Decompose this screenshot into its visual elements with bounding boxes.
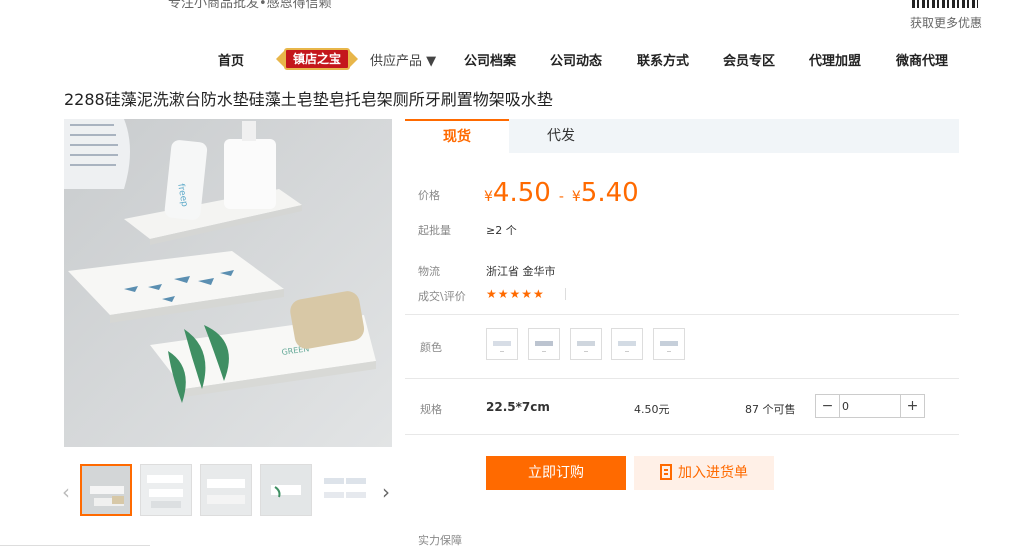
- add-to-purchase-list-button[interactable]: 加入进货单: [634, 456, 774, 490]
- color-swatch[interactable]: [653, 328, 685, 360]
- price-range: ¥4.50- ¥5.40: [484, 178, 639, 208]
- thumbnail[interactable]: [80, 464, 132, 516]
- color-swatch[interactable]: [611, 328, 643, 360]
- thumbnail-image: [201, 465, 251, 515]
- thumbnail[interactable]: [200, 464, 252, 516]
- logistics-value: 浙江省 金华市: [486, 265, 556, 278]
- chevron-right-icon[interactable]: ›: [382, 480, 390, 504]
- logistics-label: 物流: [418, 265, 440, 278]
- nav-company-profile[interactable]: 公司档案: [464, 50, 516, 69]
- tab-dropship[interactable]: 代发: [509, 119, 613, 153]
- divider: [0, 545, 150, 546]
- thumbnail-image: [261, 465, 311, 515]
- swatch-image: [535, 341, 553, 346]
- swatch-caption: [500, 351, 504, 352]
- thumbnail[interactable]: [260, 464, 312, 516]
- quantity-input[interactable]: [842, 397, 898, 415]
- nav-micro-agent[interactable]: 微商代理: [896, 50, 948, 69]
- quantity-decrease-button[interactable]: −: [816, 395, 840, 417]
- shop-navigation: 首页 镇店之宝 供应产品 ▼ 公司档案 公司动态 联系方式 会员专区 代理加盟 …: [0, 46, 1024, 72]
- spec-label: 规格: [420, 403, 442, 416]
- rating-stars[interactable]: ★★★★★: [486, 287, 545, 301]
- quantity-stepper: − +: [815, 394, 925, 418]
- qr-caption: 获取更多优惠: [910, 16, 983, 30]
- badge-label: 镇店之宝: [284, 48, 350, 70]
- price-max: 5.40: [580, 178, 639, 208]
- spec-price: 4.50元: [634, 403, 670, 416]
- nav-treasure-badge[interactable]: 镇店之宝: [276, 46, 358, 72]
- swatch-image: [618, 341, 636, 346]
- nav-agent-join[interactable]: 代理加盟: [809, 50, 861, 69]
- thumbnail-image: [141, 465, 191, 515]
- price-min: 4.50: [492, 178, 551, 208]
- price-label: 价格: [418, 189, 440, 202]
- guarantee-label: 实力保障: [418, 534, 462, 547]
- thumbnail-image: [324, 478, 366, 498]
- color-swatch[interactable]: [528, 328, 560, 360]
- thumbnail[interactable]: [140, 464, 192, 516]
- nav-supply-dropdown[interactable]: 供应产品 ▼: [370, 50, 436, 69]
- nav-home[interactable]: 首页: [218, 50, 244, 69]
- qr-code-icon[interactable]: [912, 0, 978, 8]
- color-swatch[interactable]: [570, 328, 602, 360]
- reviews-label: 成交\评价: [418, 290, 466, 303]
- thumbnail[interactable]: [320, 464, 372, 516]
- swatch-caption: [667, 351, 671, 352]
- thumbnail-image: [82, 466, 130, 514]
- swatch-image: [493, 341, 511, 346]
- moq-value: ≥2 个: [486, 224, 517, 237]
- product-main-image[interactable]: freep GREEN: [64, 119, 392, 447]
- swatch-caption: [625, 351, 629, 352]
- divider: [405, 434, 959, 435]
- nav-member-area[interactable]: 会员专区: [723, 50, 775, 69]
- divider: [405, 378, 959, 379]
- spec-stock: 87 个可售: [745, 403, 796, 416]
- purchase-list-icon: [660, 464, 672, 480]
- order-now-button[interactable]: 立即订购: [486, 456, 626, 490]
- shop-slogan: 专注小商品批发•感恩得信赖: [168, 0, 332, 11]
- product-title: 2288硅藻泥洗漱台防水垫硅藻土皂垫皂托皂架厕所牙刷置物架吸水垫: [64, 90, 553, 109]
- swatch-caption: [584, 351, 588, 352]
- spec-size[interactable]: 22.5*7cm: [486, 400, 550, 414]
- moq-label: 起批量: [418, 224, 451, 237]
- price-separator: -: [558, 189, 564, 205]
- swatch-image: [577, 341, 595, 346]
- swatch-caption: [542, 351, 546, 352]
- color-label: 颜色: [420, 341, 442, 354]
- divider: [565, 288, 566, 300]
- currency-symbol: ¥: [571, 189, 581, 205]
- divider: [405, 314, 959, 315]
- color-swatch[interactable]: [486, 328, 518, 360]
- chevron-left-icon[interactable]: ‹: [62, 480, 70, 504]
- product-photo: freep GREEN: [64, 119, 392, 447]
- badge-wing-right: [348, 49, 358, 69]
- nav-company-news[interactable]: 公司动态: [550, 50, 602, 69]
- add-to-purchase-list-label: 加入进货单: [678, 465, 748, 481]
- swatch-image: [660, 341, 678, 346]
- tab-in-stock[interactable]: 现货: [405, 119, 509, 153]
- purchase-mode-tabs: 现货 代发: [405, 119, 959, 153]
- quantity-increase-button[interactable]: +: [900, 395, 924, 417]
- nav-contact[interactable]: 联系方式: [637, 50, 689, 69]
- thumbnail-strip: ‹ ›: [60, 462, 396, 518]
- currency-symbol: ¥: [484, 189, 493, 205]
